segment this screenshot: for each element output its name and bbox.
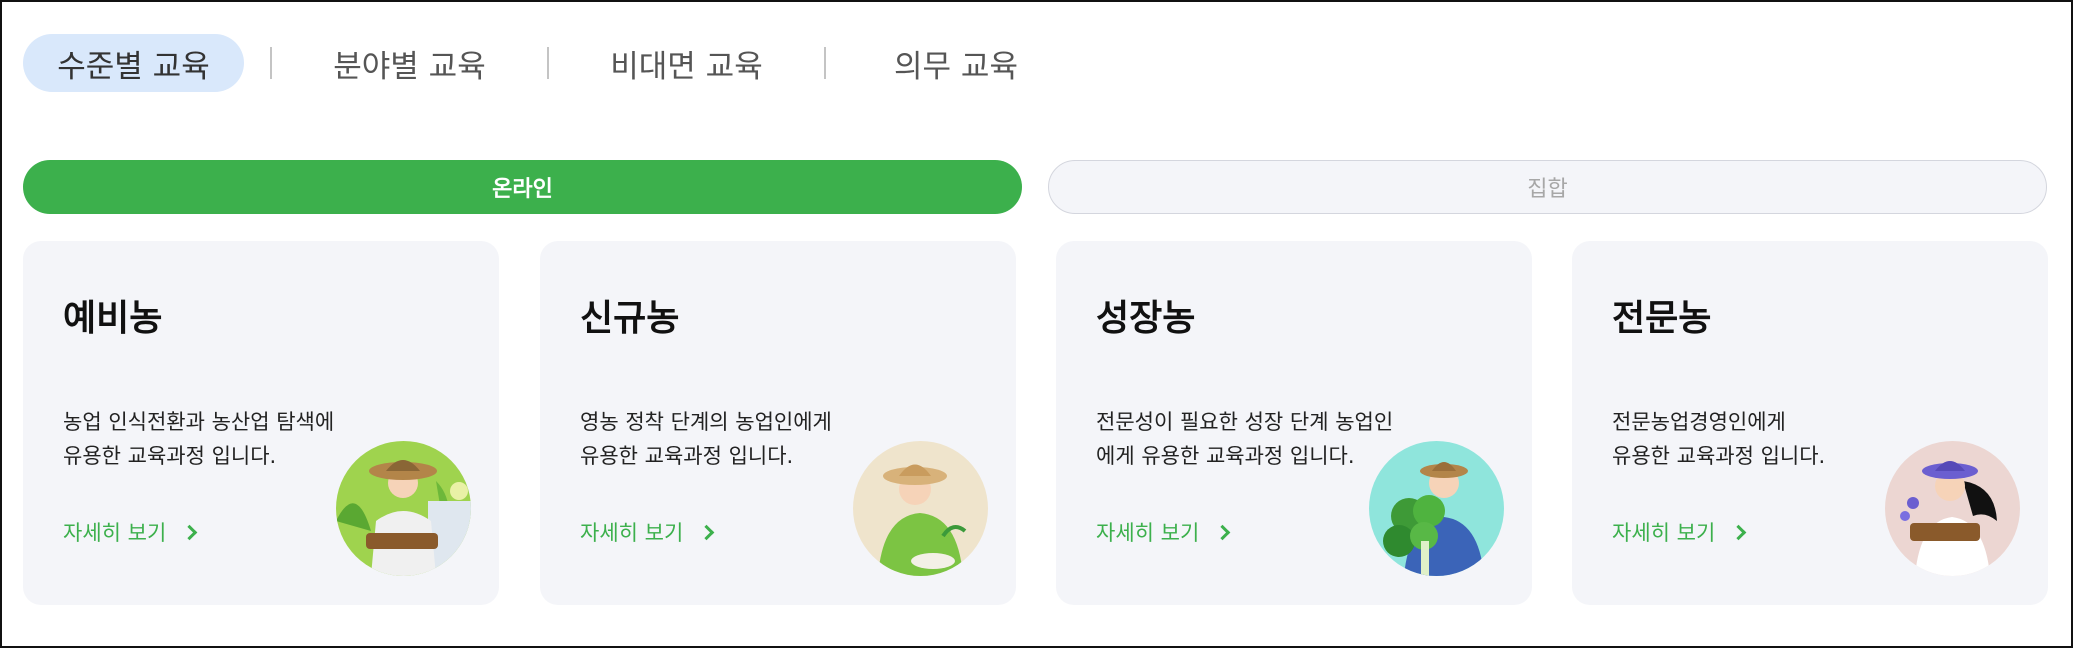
view-details-link[interactable]: 자세히 보기 [1612,517,1747,547]
tab-mandatory-education[interactable]: 의무 교육 [826,34,1086,92]
course-card-expert-farmer: 전문농 전문농업경영인에게 유용한 교육과정 입니다. 자세히 보기 [1572,241,2048,605]
education-tabs: 수준별 교육 분야별 교육 비대면 교육 의무 교육 [23,34,1086,92]
tab-field-education[interactable]: 분야별 교육 [272,34,547,92]
card-description: 전문성이 필요한 성장 단계 농업인 에게 유용한 교육과정 입니다. [1096,410,1394,468]
card-description: 농업 인식전환과 농산업 탐색에 유용한 교육과정 입니다. [63,410,335,468]
link-label: 자세히 보기 [580,521,684,545]
farmer-illustration-icon [1885,441,2020,576]
farmer-illustration-icon [1369,441,1504,576]
card-title: 예비농 [63,298,163,339]
chevron-right-icon [1731,524,1747,540]
chevron-right-icon [182,524,198,540]
group-toggle-button[interactable]: 집합 [1048,160,2047,214]
card-title: 신규농 [580,298,680,339]
tab-level-education[interactable]: 수준별 교육 [23,34,244,92]
online-toggle-button[interactable]: 온라인 [23,160,1022,214]
card-title: 성장농 [1096,298,1196,339]
tab-online-education[interactable]: 비대면 교육 [549,34,824,92]
card-description: 전문농업경영인에게 유용한 교육과정 입니다. [1612,410,1826,468]
chevron-right-icon [699,524,715,540]
link-label: 자세히 보기 [63,521,167,545]
view-details-link[interactable]: 자세히 보기 [1096,517,1231,547]
course-card-new-farmer: 신규농 영농 정착 단계의 농업인에게 유용한 교육과정 입니다. 자세히 보기 [540,241,1016,605]
link-label: 자세히 보기 [1096,521,1200,545]
card-title: 전문농 [1612,298,1712,339]
link-label: 자세히 보기 [1612,521,1716,545]
farmer-illustration-icon [853,441,988,576]
course-card-growth-farmer: 성장농 전문성이 필요한 성장 단계 농업인 에게 유용한 교육과정 입니다. … [1056,241,1532,605]
course-card-pre-farmer: 예비농 농업 인식전환과 농산업 탐색에 유용한 교육과정 입니다. 자세히 보… [23,241,499,605]
chevron-right-icon [1215,524,1231,540]
view-details-link[interactable]: 자세히 보기 [580,517,715,547]
card-description: 영농 정착 단계의 농업인에게 유용한 교육과정 입니다. [580,410,832,468]
farmer-illustration-icon [336,441,471,576]
view-details-link[interactable]: 자세히 보기 [63,517,198,547]
